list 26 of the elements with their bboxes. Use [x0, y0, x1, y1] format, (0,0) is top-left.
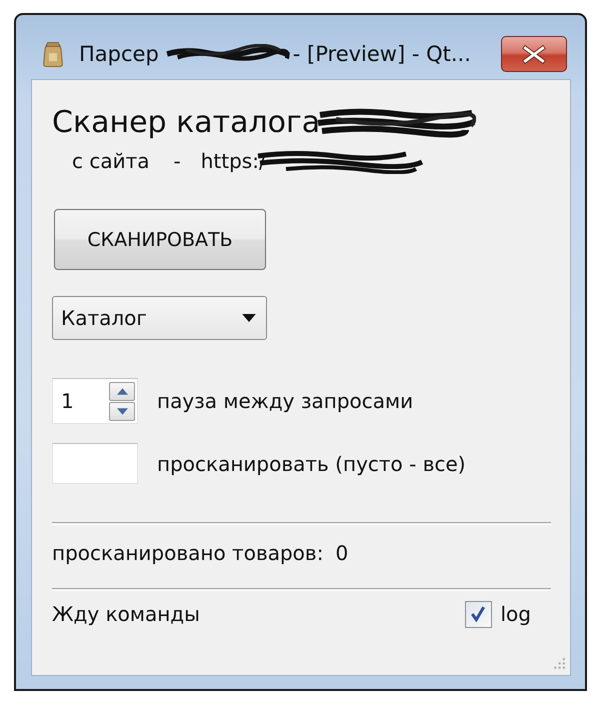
- spin-down-button[interactable]: [109, 402, 135, 420]
- close-icon: [522, 44, 546, 64]
- app-icon: [41, 40, 65, 68]
- status-text: Жду команды: [52, 602, 201, 626]
- counter-label: просканировано товаров:: [52, 541, 324, 565]
- field-label: просканировать (пусто - все): [157, 452, 466, 476]
- spin-up-button[interactable]: [109, 382, 135, 400]
- check-icon: [470, 606, 486, 622]
- spin-box[interactable]: 1: [52, 378, 138, 424]
- scan-button[interactable]: СКАНИРОВАТЬ: [54, 209, 266, 270]
- window-title-suffix: - [Preview] - Qt...: [292, 42, 471, 66]
- source-separator: -: [174, 149, 181, 173]
- caret-icon: [242, 314, 256, 322]
- heading: Сканер каталога: [52, 105, 320, 141]
- size-grip-icon: [551, 657, 566, 672]
- field-label: пауза между запросами: [157, 389, 414, 413]
- counter-value: 0: [335, 541, 348, 565]
- close-button[interactable]: [501, 36, 567, 72]
- window-title: Парсер: [79, 42, 159, 66]
- up-arrow-icon: [116, 388, 128, 394]
- mode-dropdown[interactable]: Каталог: [52, 296, 267, 340]
- log-label: log: [500, 602, 531, 626]
- down-arrow-icon: [116, 408, 128, 414]
- source-label: с сайта: [72, 149, 150, 173]
- log-checkbox[interactable]: [464, 600, 492, 628]
- input-field[interactable]: [52, 443, 138, 484]
